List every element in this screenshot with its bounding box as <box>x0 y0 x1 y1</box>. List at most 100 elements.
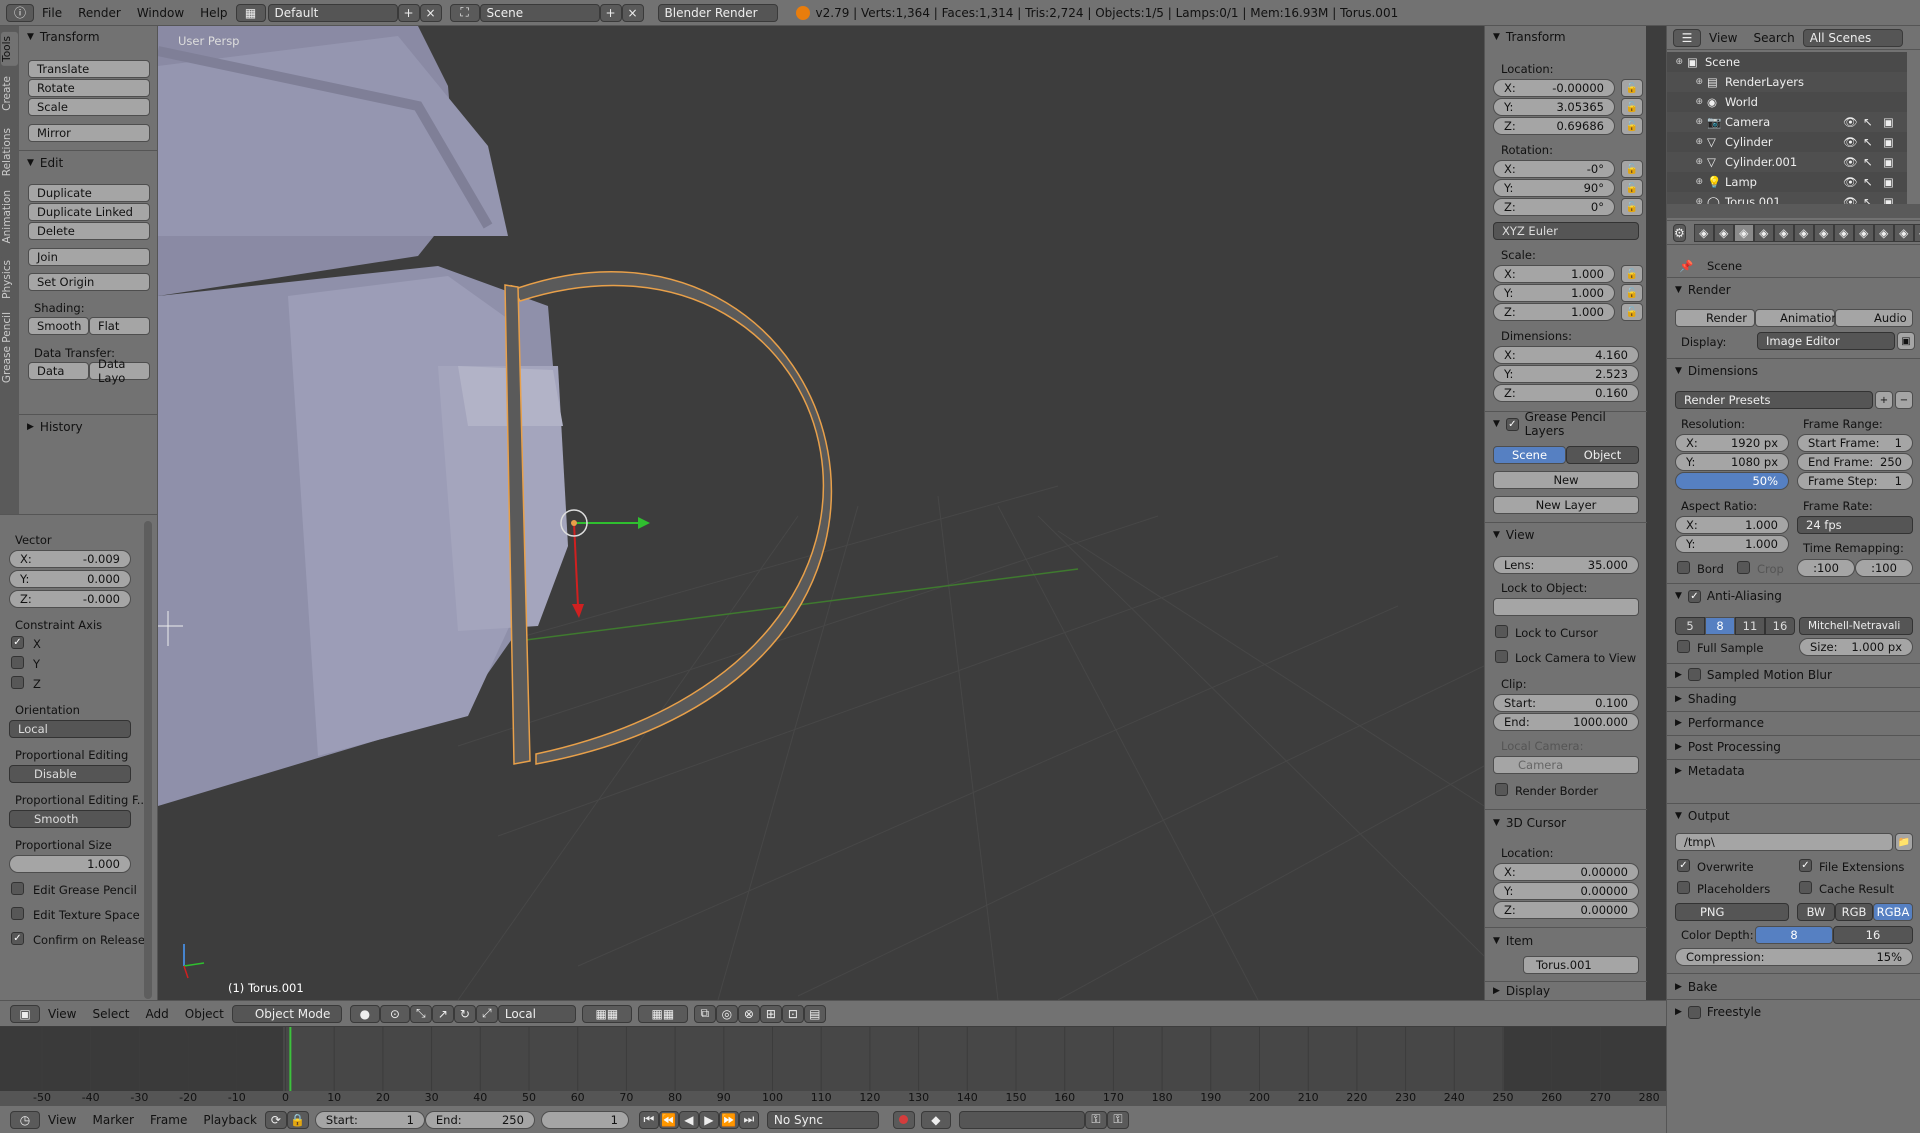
expand-icon[interactable]: ⊕ <box>1667 77 1703 87</box>
edit-gp-checkbox[interactable] <box>11 882 24 895</box>
delete-button[interactable]: Delete <box>28 222 150 240</box>
depth-8-toggle[interactable]: 8 <box>1755 926 1833 944</box>
lock-icon[interactable]: 🔓 <box>1621 179 1643 197</box>
dim-y-field[interactable]: Y: 2.523 <box>1493 365 1639 383</box>
freestyle-panel-header[interactable]: ▶ Freestyle <box>1667 1001 1761 1023</box>
render-engine-select[interactable]: Blender Render <box>657 3 778 22</box>
vh-select-menu[interactable]: Select <box>84 1005 137 1023</box>
add-preset-icon[interactable]: + <box>1875 391 1893 409</box>
orientation-select[interactable]: Local <box>9 720 131 738</box>
lock-object-field[interactable] <box>1493 598 1639 616</box>
remove-scene-icon[interactable]: × <box>621 3 644 22</box>
visibility-eye-icon[interactable]: 👁 <box>1843 155 1858 169</box>
aspect-x-field[interactable]: X: 1.000 <box>1675 516 1789 534</box>
outliner-item[interactable]: ⊕ ▣ Scene <box>1667 52 1907 72</box>
end-frame-field[interactable]: End Frame: 250 <box>1797 453 1913 471</box>
lock-icon[interactable]: 🔓 <box>1621 117 1643 135</box>
play-icon[interactable]: ▶ <box>698 1110 719 1129</box>
set-origin-menu[interactable]: Set Origin <box>28 273 150 291</box>
timeline-editor-icon[interactable]: ◷ <box>10 1110 40 1129</box>
panel-header-sampled-motion-blur[interactable]: ▶ Sampled Motion Blur <box>1667 663 1920 685</box>
cursor-y-field[interactable]: Y: 0.00000 <box>1493 882 1639 900</box>
duplicate-button[interactable]: Duplicate <box>28 184 150 202</box>
cursor-z-field[interactable]: Z: 0.00000 <box>1493 901 1639 919</box>
lock-icon[interactable]: 🔓 <box>1621 79 1643 97</box>
audio-button[interactable]: Audio <box>1835 309 1913 327</box>
confirm-release-checkbox[interactable]: ✓ <box>11 932 24 945</box>
expand-icon[interactable]: ⊕ <box>1667 157 1703 167</box>
folder-icon[interactable]: 📁 <box>1895 833 1913 851</box>
lock-icon[interactable]: 🔓 <box>1621 265 1643 283</box>
animation-button[interactable]: Animation <box>1755 309 1839 327</box>
smooth-button[interactable]: Smooth <box>28 317 89 335</box>
render-border-checkbox[interactable] <box>1495 783 1508 796</box>
placeholders-checkbox[interactable] <box>1677 881 1690 894</box>
tl-marker-menu[interactable]: Marker <box>84 1111 141 1129</box>
prop-size-field[interactable]: 1.000 <box>9 855 131 873</box>
outliner-search-menu[interactable]: Search <box>1745 29 1802 47</box>
aa-panel-header[interactable]: ▼ ✓ Anti-Aliasing <box>1667 585 1782 607</box>
tab-physics-icon[interactable]: ◈ <box>1913 223 1920 242</box>
sync-mode-select[interactable]: No Sync <box>766 1110 879 1129</box>
tool-tab-5[interactable]: Grease Pencil <box>1 308 18 388</box>
tab-modifiers-icon[interactable]: ◈ <box>1813 223 1834 242</box>
new-window-icon[interactable]: ▣ <box>1897 332 1915 350</box>
scale-y-field[interactable]: Y: 1.000 <box>1493 284 1615 302</box>
item-panel-header[interactable]: ▼ Item <box>1485 930 1533 952</box>
scale-button[interactable]: Scale <box>28 98 150 116</box>
constraint-x-checkbox[interactable]: ✓ <box>11 636 24 649</box>
prev-key-icon[interactable]: ⏪ <box>658 1110 679 1129</box>
res-y-field[interactable]: Y: 1080 px <box>1675 453 1789 471</box>
cursor-x-field[interactable]: X: 0.00000 <box>1493 863 1639 881</box>
display-panel-header[interactable]: ▶ Display <box>1485 980 1550 1002</box>
add-scene-icon[interactable]: + <box>599 3 622 22</box>
panel-header-shading[interactable]: ▶ Shading <box>1667 687 1920 709</box>
keyframe-icon[interactable]: ◆ <box>920 1110 951 1129</box>
editor-type-icon[interactable]: ▣ <box>10 1004 40 1023</box>
view-panel-header[interactable]: ▼ View <box>1485 524 1534 546</box>
constraint-y-checkbox[interactable] <box>11 656 24 669</box>
render-icon[interactable]: ▣ <box>1883 135 1894 149</box>
operator-scrollbar[interactable] <box>144 521 152 999</box>
tab-data-icon[interactable]: ◈ <box>1833 223 1854 242</box>
constraint-z-checkbox[interactable] <box>11 676 24 689</box>
data-button[interactable]: Data <box>28 362 89 380</box>
res-x-field[interactable]: X: 1920 px <box>1675 434 1789 452</box>
remove-layout-icon[interactable]: × <box>419 3 442 22</box>
visibility-eye-icon[interactable]: 👁 <box>1843 135 1858 149</box>
timeline[interactable]: -50 -40 -30 -20 -10 0 10 20 30 40 50 60 70 80 90 100 110… <box>0 1027 1666 1105</box>
scene-field[interactable]: Scene <box>479 3 600 22</box>
translate-manip-icon[interactable]: ↗ <box>431 1004 454 1023</box>
rgb-toggle[interactable]: RGB <box>1835 903 1873 921</box>
lock-icon[interactable]: 🔓 <box>1621 198 1643 216</box>
rotate-manip-icon[interactable]: ↻ <box>453 1004 476 1023</box>
dimensions-panel-header[interactable]: ▼ Dimensions <box>1667 360 1758 382</box>
visibility-eye-icon[interactable]: 👁 <box>1843 175 1858 189</box>
tab-constraints-icon[interactable]: ◈ <box>1793 223 1814 242</box>
vector-z-field[interactable]: Z: -0.000 <box>9 590 131 608</box>
data-layout-button[interactable]: Data Layo <box>89 357 150 385</box>
gp-new-button[interactable]: New <box>1493 471 1639 489</box>
shading-solid-icon[interactable]: ● <box>349 1004 380 1023</box>
n-transform-header[interactable]: ▼ Transform <box>1485 26 1566 48</box>
start-frame-field[interactable]: Start Frame: 1 <box>1797 434 1913 452</box>
aa-size-field[interactable]: Size: 1.000 px <box>1799 638 1913 656</box>
translate-button[interactable]: Translate <box>28 60 150 78</box>
select-arrow-icon[interactable]: ↖ <box>1863 135 1873 149</box>
edit-texture-space-checkbox[interactable] <box>11 907 24 920</box>
loc-x-field[interactable]: X: -0.00000 <box>1493 79 1615 97</box>
transform-panel-header[interactable]: ▼ Transform <box>19 26 157 48</box>
menu-file[interactable]: File <box>34 4 70 22</box>
remap-old-field[interactable]: :100 <box>1797 559 1855 577</box>
lock-cursor-checkbox[interactable] <box>1495 625 1508 638</box>
frame-rate-select[interactable]: 24 fps <box>1797 516 1913 534</box>
tab-world-icon[interactable]: ◈ <box>1753 223 1774 242</box>
prop-falloff-select[interactable]: Smooth <box>9 810 131 828</box>
3d-viewport[interactable]: User Persp (1) Torus.001 <box>158 26 1484 1000</box>
scale-manip-icon[interactable]: ⤢ <box>475 1004 498 1023</box>
history-panel-header[interactable]: ▶ History <box>19 416 157 438</box>
compression-slider[interactable]: Compression: 15% <box>1675 948 1913 966</box>
tool-tab-4[interactable]: Physics <box>1 256 18 303</box>
render-icon[interactable]: ▣ <box>1883 115 1894 129</box>
loc-y-field[interactable]: Y: 3.05365 <box>1493 98 1615 116</box>
